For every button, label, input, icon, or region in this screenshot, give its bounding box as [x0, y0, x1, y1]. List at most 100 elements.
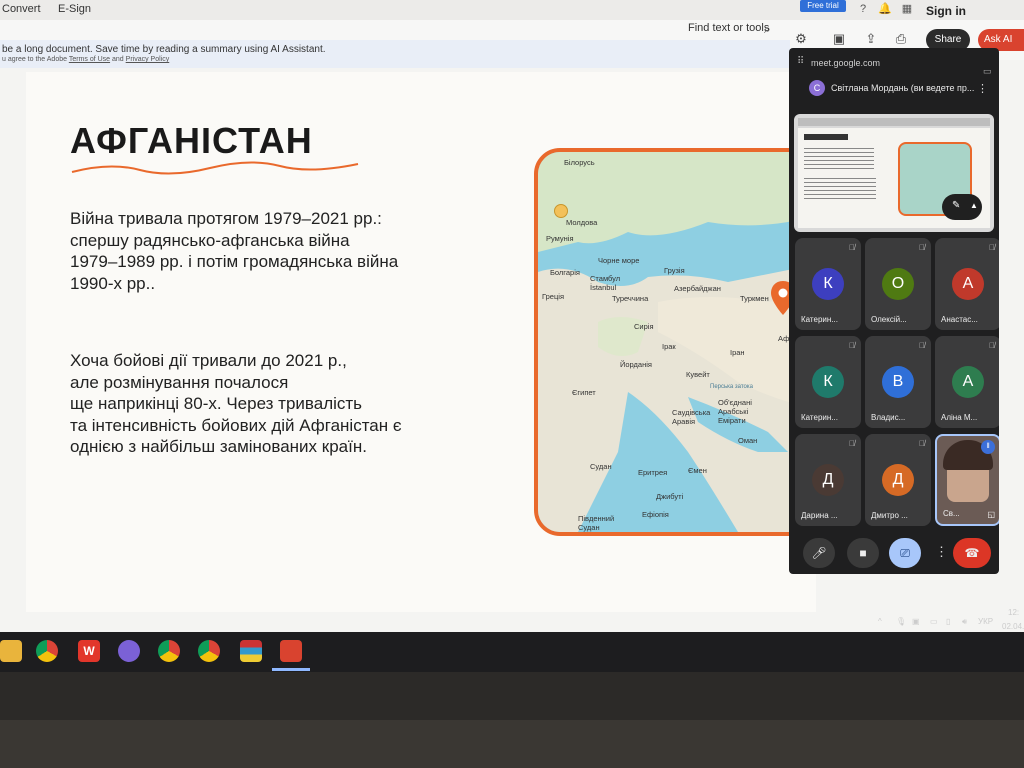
more-controls-icon[interactable]: ⋮: [935, 544, 948, 560]
pip-expand-icon[interactable]: ◱: [987, 510, 995, 519]
mic-off-icon: 🎙̸: [849, 439, 855, 448]
slide-title: АФГАНІСТАН: [70, 120, 313, 161]
laptop-screen: Convert E-Sign Free trial ? 🔔 ▦ Sign in …: [0, 0, 1024, 632]
tray-time[interactable]: 12:: [1008, 608, 1019, 617]
tray-battery-icon[interactable]: ▯: [946, 617, 950, 626]
participant-tile[interactable]: 🎙̸ О Олексій...: [865, 238, 931, 330]
participant-tile[interactable]: 🎙̸ А Аліна М...: [935, 336, 999, 428]
paragraph-2-line: та інтенсивність бойових дій Афганістан …: [70, 415, 402, 435]
map-label: Чорне море: [598, 256, 640, 265]
map-label: Кувейт: [686, 370, 710, 379]
mic-off-icon: 🎙̸: [919, 341, 925, 350]
participant-name: Владис...: [871, 413, 906, 422]
speaking-indicator-icon: ⦀: [981, 440, 995, 454]
mic-button[interactable]: 🎤︎: [803, 538, 835, 568]
participant-tile[interactable]: 🎙̸ Д Дарина ...: [795, 434, 861, 526]
paragraph-2-line: але розмінування почалося: [70, 372, 289, 392]
participant-tile[interactable]: 🎙̸ К Катерин...: [795, 238, 861, 330]
hang-up-icon: ☎: [964, 546, 980, 560]
map-label: Азербайджан: [674, 284, 721, 293]
tools-icon[interactable]: ⚙: [792, 30, 810, 48]
chrome-profile-2-icon[interactable]: [198, 640, 220, 662]
sign-in-link[interactable]: Sign in: [926, 4, 966, 18]
ai-assistant-banner: be a long document. Save time by reading…: [0, 40, 790, 68]
presenter-avatar: С: [809, 80, 825, 96]
participant-tile[interactable]: 🎙̸ Д Дмитро ...: [865, 434, 931, 526]
tray-volume-icon[interactable]: 🔊︎: [962, 617, 967, 627]
participant-name: Катерин...: [801, 315, 838, 324]
search-icon[interactable]: ⌕: [764, 22, 771, 37]
participant-name: Дмитро ...: [871, 511, 908, 520]
save-icon[interactable]: ▣: [830, 30, 848, 48]
leave-call-button[interactable]: ☎: [953, 538, 991, 568]
preview-text-lines: [804, 178, 876, 202]
screen-share-preview: ✎ ▲: [794, 114, 994, 232]
banner-text: be a long document. Save time by reading…: [2, 44, 326, 55]
paragraph-2-line: Хоча бойові дії тривали до 2021 р.,: [70, 351, 347, 370]
meet-url: meet.google.com: [811, 58, 881, 68]
paragraph-1-line: Війна тривала протягом 1979–2021 рр.:: [70, 209, 382, 228]
map-label: Греція: [542, 292, 565, 301]
paragraph-2: Хоча бойові дії тривали до 2021 р., але …: [70, 350, 402, 458]
mic-off-icon: 🎙̸: [919, 439, 925, 448]
mic-off-icon: 🎙̸: [989, 341, 995, 350]
paragraph-1: Війна тривала протягом 1979–2021 рр.: сп…: [70, 208, 398, 294]
participant-avatar: О: [882, 268, 914, 300]
menu-convert[interactable]: Convert: [2, 3, 41, 15]
winrar-icon[interactable]: [240, 640, 262, 662]
windows-taskbar: W: [0, 632, 1024, 672]
self-video-tile[interactable]: ⦀ Св... ◱: [935, 434, 999, 526]
file-explorer-icon[interactable]: [0, 640, 22, 662]
map-label: Ємен: [688, 466, 707, 475]
participant-tile[interactable]: 🎙̸ А Анастас...: [935, 238, 999, 330]
participant-tile[interactable]: 🎙̸ В Владис...: [865, 336, 931, 428]
camera-button[interactable]: ■: [847, 538, 879, 568]
banner-terms-line: u agree to the Adobe Terms of Use and Pr…: [2, 56, 169, 63]
tray-chevron-icon[interactable]: ^: [878, 617, 882, 626]
terms-link[interactable]: Terms of Use: [69, 56, 110, 63]
participant-name: Дарина ...: [801, 511, 838, 520]
privacy-link[interactable]: Privacy Policy: [126, 56, 170, 63]
participant-avatar: Д: [882, 464, 914, 496]
present-icon: ⎚: [900, 546, 910, 560]
free-trial-button[interactable]: Free trial: [800, 0, 846, 12]
tray-meet-icon[interactable]: ▣: [912, 617, 920, 626]
map-label: Єгипет: [572, 388, 596, 397]
more-options-icon[interactable]: ⋮: [977, 82, 988, 95]
wps-office-icon[interactable]: W: [78, 640, 100, 662]
apps-grid-icon[interactable]: ▦: [900, 2, 914, 16]
window-icon[interactable]: ▭: [983, 66, 992, 77]
participant-name: Катерин...: [801, 413, 838, 422]
participant-name: Олексій...: [871, 315, 907, 324]
acrobat-icon[interactable]: [280, 640, 302, 662]
chevron-up-icon[interactable]: ▲: [970, 201, 978, 210]
menu-esign[interactable]: E-Sign: [58, 3, 91, 15]
map-label: Перська затока: [710, 384, 753, 390]
viber-icon[interactable]: [118, 640, 140, 662]
map-label: Йорданія: [620, 360, 652, 369]
map-label: Об'єднані Арабські Емірати: [718, 398, 752, 425]
tray-network-icon[interactable]: ▭: [930, 617, 938, 626]
acrobat-menubar: Convert E-Sign Free trial ? 🔔 ▦ Sign in: [0, 0, 1024, 20]
present-button[interactable]: ⎚: [889, 538, 921, 568]
banner-and: and: [112, 56, 124, 63]
paragraph-1-line: 1979–1989 рр. і потім громадянська війна: [70, 252, 399, 271]
tray-mic-icon[interactable]: 🎙︎: [896, 617, 906, 626]
map-label: Іран: [730, 348, 745, 357]
tray-date[interactable]: 02.04.: [1002, 622, 1024, 631]
print-icon[interactable]: ⎙: [892, 30, 910, 48]
drag-handle-icon[interactable]: ⠿: [797, 56, 804, 67]
chrome-icon[interactable]: [36, 640, 58, 662]
camera-icon: ■: [859, 546, 867, 560]
upload-icon[interactable]: ⇪: [862, 30, 880, 48]
help-icon[interactable]: ?: [856, 2, 870, 16]
participant-tile[interactable]: 🎙̸ К Катерин...: [795, 336, 861, 428]
bell-icon[interactable]: 🔔: [878, 2, 892, 16]
pen-icon[interactable]: ✎: [952, 200, 960, 211]
map-label: Ефіопія: [642, 510, 669, 519]
mic-off-icon: 🎙̸: [989, 243, 995, 252]
map-label: Болгарія: [550, 268, 580, 277]
chrome-profile-icon[interactable]: [158, 640, 180, 662]
find-text-label[interactable]: Find text or tools: [688, 22, 769, 34]
tray-language[interactable]: УКР: [978, 617, 993, 626]
